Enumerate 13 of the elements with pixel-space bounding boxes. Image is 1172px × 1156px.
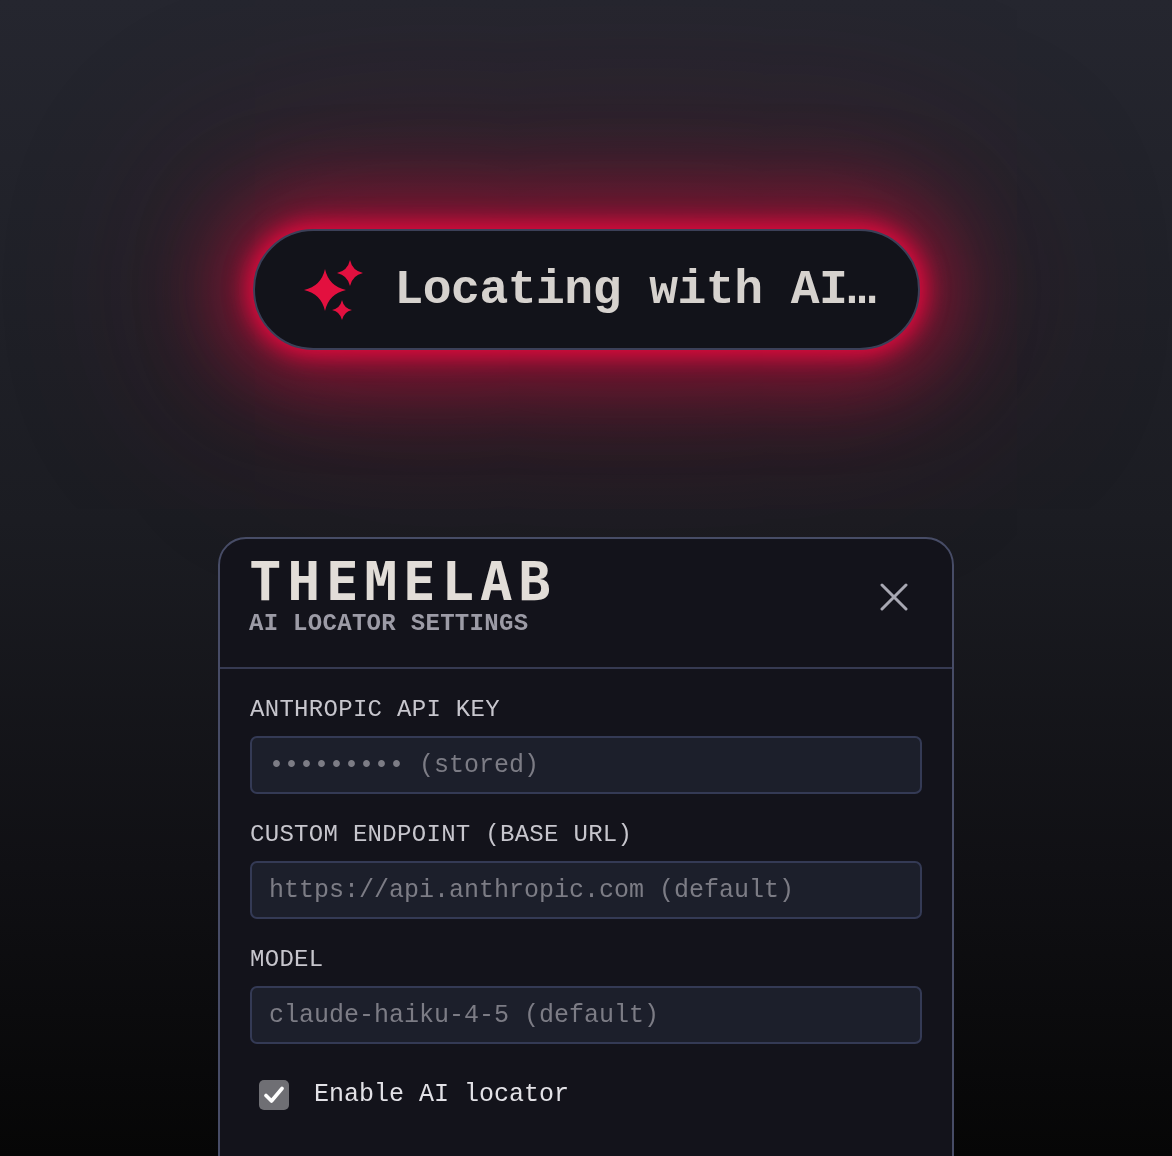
- field-label: MODEL: [250, 947, 325, 973]
- text-field[interactable]: ••••••••• (stored): [250, 736, 922, 794]
- field-label: ANTHROPIC API KEY: [250, 697, 501, 723]
- field-label: CUSTOM ENDPOINT (BASE URL): [250, 822, 634, 848]
- panel-subtitle: AI LOCATOR SETTINGS: [249, 611, 530, 637]
- status-text: Locating with AI…: [394, 265, 876, 314]
- text-field[interactable]: claude-haiku-4-5 (default): [250, 986, 922, 1044]
- checkbox-label: Enable AI locator: [314, 1080, 570, 1110]
- close-icon: [880, 583, 908, 611]
- checkbox[interactable]: [259, 1080, 289, 1110]
- checkmark-icon: [264, 1086, 284, 1104]
- panel-title: THEMELAB: [249, 555, 558, 609]
- text-field[interactable]: https://api.anthropic.com (default): [250, 861, 922, 919]
